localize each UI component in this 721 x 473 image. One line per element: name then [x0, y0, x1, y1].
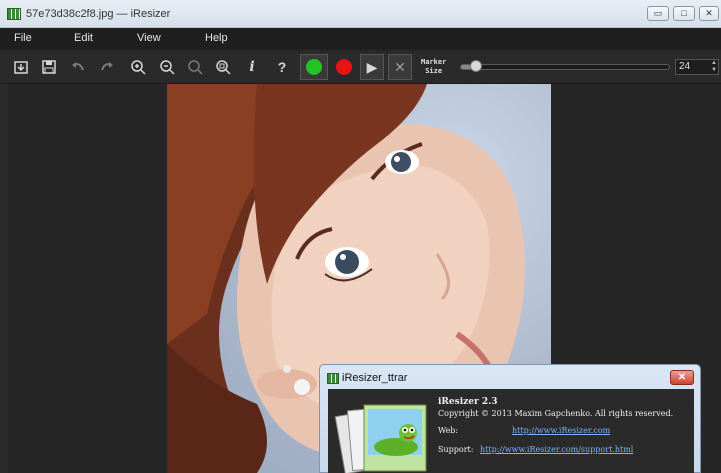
app-name-version: iResizer 2.3 — [438, 397, 498, 407]
redo-icon[interactable] — [95, 55, 119, 79]
marker-size-value: 24 — [679, 61, 691, 72]
menu-help[interactable]: Help — [205, 32, 228, 44]
red-marker-icon — [336, 59, 352, 75]
zoom-in-icon[interactable] — [126, 55, 150, 79]
zoom-out-icon[interactable] — [155, 55, 179, 79]
menu-view[interactable]: View — [137, 32, 161, 44]
dialog-title: iResizer_ttrar — [342, 372, 408, 384]
play-icon[interactable]: ▶ — [360, 54, 384, 80]
window-title: 57e73d38c2f8.jpg — iResizer — [26, 8, 171, 20]
slider-thumb[interactable] — [469, 60, 482, 72]
marker-size-label-line2: Size — [425, 67, 443, 75]
zoom-fit-icon[interactable] — [211, 55, 235, 79]
menu-file[interactable]: File — [14, 32, 32, 44]
green-marker-button[interactable] — [300, 54, 328, 80]
marker-size-slider[interactable] — [460, 60, 670, 72]
red-marker-button[interactable] — [331, 54, 357, 80]
copyright-text: Copyright © 2013 Maxim Gapchenko. All ri… — [438, 409, 674, 418]
menu-bar: File Edit View Help — [0, 28, 721, 50]
support-link[interactable]: http://www.iResizer.com/support.html — [480, 445, 633, 454]
minimize-button[interactable]: ▭ — [647, 6, 669, 21]
help-icon[interactable]: ? — [270, 55, 294, 79]
marker-size-label-line1: Marker — [421, 58, 447, 66]
marker-size-label: Marker Size — [421, 58, 446, 76]
about-dialog: iResizer_ttrar ✕ iResizer 2.3 Copyright … — [319, 364, 701, 473]
zoom-actual-icon[interactable] — [183, 55, 207, 79]
save-icon[interactable] — [37, 55, 61, 79]
web-link[interactable]: http://www.iResizer.com — [512, 426, 610, 435]
undo-icon[interactable] — [66, 55, 90, 79]
dialog-close-button[interactable]: ✕ — [670, 370, 694, 385]
product-logo — [334, 404, 427, 473]
clear-icon[interactable]: ✕ — [388, 54, 412, 80]
open-icon[interactable] — [9, 55, 33, 79]
green-marker-icon — [306, 59, 322, 75]
dialog-app-icon — [327, 373, 339, 384]
dialog-body: iResizer 2.3 Copyright © 2013 Maxim Gapc… — [328, 389, 694, 473]
app-icon — [7, 8, 21, 20]
info-icon[interactable]: i — [240, 55, 264, 79]
spin-arrows[interactable]: ▲ ▼ — [711, 60, 717, 74]
title-bar: 57e73d38c2f8.jpg — iResizer ▭ □ ✕ — [0, 0, 721, 28]
marker-size-spinbox[interactable]: 24 ▲ ▼ — [675, 59, 719, 75]
support-label: Support: — [438, 445, 474, 454]
toolbar: i ? ▶ ✕ Marker Size 24 ▲ ▼ — [0, 50, 721, 84]
close-button[interactable]: ✕ — [699, 6, 719, 21]
web-label: Web: — [438, 426, 459, 435]
menu-edit[interactable]: Edit — [74, 32, 93, 44]
maximize-button[interactable]: □ — [673, 6, 695, 21]
